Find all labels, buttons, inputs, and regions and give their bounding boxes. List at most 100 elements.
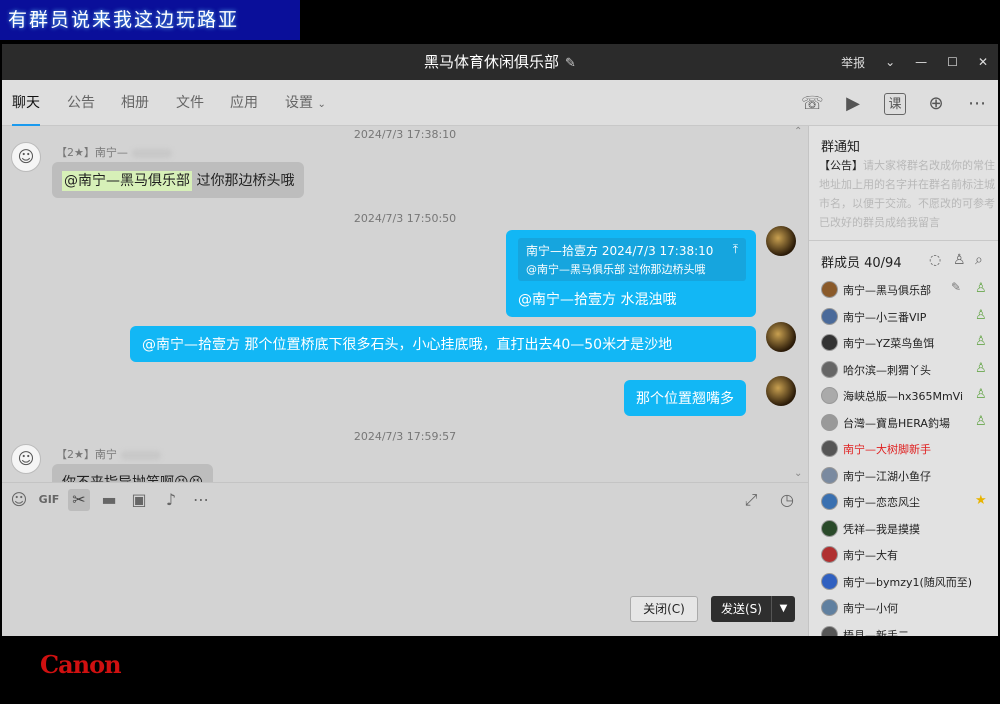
close-button[interactable]: 关闭(C) bbox=[630, 596, 698, 622]
member-item[interactable]: 南宁—恋恋风尘 ★ bbox=[821, 490, 991, 514]
tab-files[interactable]: 文件 bbox=[176, 80, 204, 126]
avatar[interactable] bbox=[821, 625, 838, 636]
video-icon[interactable]: ▶ bbox=[842, 93, 864, 115]
tab-album[interactable]: 相册 bbox=[121, 80, 149, 126]
search-icon[interactable]: ⌕ bbox=[975, 252, 983, 268]
notice-tag: 【公告】 bbox=[819, 159, 863, 172]
send-label: 发送(S) bbox=[721, 602, 762, 616]
member-item[interactable]: 南宁—YZ菜鸟鱼饵 ♙ bbox=[821, 331, 991, 355]
avatar[interactable] bbox=[821, 334, 838, 351]
member-name: 台灣—寶島HERA釣場 bbox=[843, 416, 950, 430]
avatar[interactable] bbox=[821, 572, 838, 590]
quoted-message[interactable]: 南宁—拾壹方 2024/7/3 17:38:10 @南宁—黑马俱乐部 过你那边桥… bbox=[518, 238, 746, 281]
member-name: 凭祥—我是摸摸 bbox=[843, 522, 920, 536]
close-icon[interactable]: ✕ bbox=[978, 55, 988, 69]
member-name: 南宁—小三番VIP bbox=[843, 310, 927, 324]
member-item[interactable]: 南宁—bymzy1(随风而至) bbox=[821, 570, 991, 594]
divider bbox=[809, 240, 998, 241]
member-item[interactable]: 南宁—黑马俱乐部 ✎ ♙ bbox=[821, 278, 991, 302]
message-input[interactable]: 关闭(C) 发送(S) ▼ bbox=[2, 518, 808, 636]
avatar[interactable] bbox=[766, 376, 796, 406]
add-member-icon[interactable]: ♙ bbox=[953, 252, 966, 268]
report-button[interactable]: 举报 bbox=[841, 54, 865, 71]
timestamp: 2024/7/3 17:59:57 bbox=[353, 430, 457, 443]
edit-icon[interactable]: ✎ bbox=[951, 280, 961, 294]
maximize-icon[interactable]: ☐ bbox=[947, 55, 958, 69]
add-icon[interactable]: ⊕ bbox=[925, 93, 947, 115]
tab-settings-label: 设置 bbox=[285, 95, 313, 111]
member-item[interactable]: 南宁—江湖小鱼仔 bbox=[821, 464, 991, 488]
bell-icon[interactable]: ♪ bbox=[160, 489, 182, 511]
member-item[interactable]: 南宁—小三番VIP ♙ bbox=[821, 305, 991, 329]
member-item[interactable]: 海峡总版—hx365MmVi ♙ bbox=[821, 384, 991, 408]
expand-icon[interactable]: ⤢ bbox=[740, 489, 762, 511]
member-item[interactable]: 哈尔滨—刺猬丫头 ♙ bbox=[821, 358, 991, 382]
more-icon[interactable]: ⋯ bbox=[966, 93, 988, 115]
avatar[interactable] bbox=[766, 226, 796, 256]
jump-up-icon[interactable]: ⤒ bbox=[733, 242, 738, 257]
avatar[interactable] bbox=[821, 281, 838, 298]
minimize-icon[interactable]: — bbox=[915, 55, 927, 69]
member-item[interactable]: 凭祥—我是摸摸 bbox=[821, 517, 991, 541]
folder-icon[interactable]: ▬ bbox=[98, 489, 120, 511]
avatar[interactable] bbox=[821, 466, 838, 484]
avatar[interactable] bbox=[821, 307, 838, 325]
quote-body: @南宁—黑马俱乐部 过你那边桥头哦 bbox=[526, 263, 706, 276]
phone-icon[interactable]: ☏ bbox=[801, 93, 824, 115]
avatar[interactable] bbox=[821, 440, 838, 457]
send-button[interactable]: 发送(S) ▼ bbox=[711, 596, 795, 622]
avatar[interactable] bbox=[821, 387, 838, 404]
avatar[interactable] bbox=[766, 322, 796, 352]
class-icon[interactable]: 课 bbox=[884, 93, 906, 115]
avatar[interactable] bbox=[821, 519, 838, 537]
avatar[interactable] bbox=[821, 360, 838, 378]
chevron-down-icon[interactable]: ▼ bbox=[771, 596, 795, 622]
sender-nick-text: 【2★】南宁— bbox=[56, 146, 128, 159]
chevron-down-icon: ⌄ bbox=[317, 99, 326, 110]
chevron-down-icon[interactable]: ⌄ bbox=[885, 55, 895, 69]
avatar[interactable]: ☺ bbox=[11, 444, 41, 474]
more-icon[interactable]: ⋯ bbox=[190, 489, 212, 511]
member-item[interactable]: 南宁—大有 bbox=[821, 543, 991, 567]
message-list[interactable]: 2024/7/3 17:38:10 ⌃ ☺ 【2★】南宁— @南宁—黑马俱乐部 … bbox=[2, 126, 808, 482]
avatar[interactable]: ☺ bbox=[11, 142, 41, 172]
avatar[interactable] bbox=[821, 413, 838, 431]
tab-chat[interactable]: 聊天 bbox=[12, 80, 40, 126]
emoji-icon[interactable]: ☺ bbox=[8, 489, 30, 511]
avatar[interactable] bbox=[821, 546, 838, 563]
image-icon[interactable]: ▣ bbox=[128, 489, 150, 511]
notice-content[interactable]: 【公告】请大家将群名改成你的常住地址加上用的名字并在群名前标注城市名，以便于交流… bbox=[819, 156, 995, 232]
edit-pencil-icon[interactable]: ✎ bbox=[565, 46, 576, 82]
member-item[interactable]: 南宁—大树脚新手 bbox=[821, 437, 991, 461]
member-item[interactable]: 梧县—新手二 bbox=[821, 623, 991, 637]
admin-badge-icon: ♙ bbox=[975, 387, 987, 402]
collapse-down-icon[interactable]: ⌄ bbox=[794, 468, 802, 479]
member-item[interactable]: 台灣—寶島HERA釣場 ♙ bbox=[821, 411, 991, 435]
member-item[interactable]: 南宁—小何 bbox=[821, 596, 991, 620]
member-name: 南宁—bymzy1(随风而至) bbox=[843, 575, 973, 589]
tab-announcement[interactable]: 公告 bbox=[67, 80, 95, 126]
gif-icon[interactable]: GIF bbox=[38, 489, 60, 511]
quote-header: 南宁—拾壹方 2024/7/3 17:38:10 bbox=[526, 244, 714, 258]
title-bar: 黑马体育休闲俱乐部 ✎ 举报 ⌄ — ☐ ✕ bbox=[2, 44, 998, 80]
chat-bubble-icon[interactable]: ◌ bbox=[929, 252, 941, 268]
collapse-up-icon[interactable]: ⌃ bbox=[794, 126, 802, 137]
member-name: 南宁—江湖小鱼仔 bbox=[843, 469, 931, 483]
tab-settings[interactable]: 设置 ⌄ bbox=[285, 80, 326, 128]
group-sidebar: 群通知 【公告】请大家将群名改成你的常住地址加上用的名字并在群名前标注城市名，以… bbox=[808, 126, 998, 636]
scissors-icon[interactable]: ✂ bbox=[68, 489, 90, 511]
member-name: 南宁—黑马俱乐部 bbox=[843, 284, 931, 297]
member-name: 梧县—新手二 bbox=[843, 628, 909, 637]
message-bubble: @南宁—黑马俱乐部 过你那边桥头哦 bbox=[52, 162, 305, 198]
sender-nick: 【2★】南宁 bbox=[56, 446, 161, 462]
history-clock-icon[interactable]: ◷ bbox=[776, 489, 798, 511]
admin-badge-icon: ♙ bbox=[975, 281, 987, 296]
timestamp: 2024/7/3 17:50:50 bbox=[353, 212, 457, 225]
member-name: 南宁—小何 bbox=[843, 602, 898, 615]
member-name: 南宁—YZ菜鸟鱼饵 bbox=[843, 337, 935, 350]
avatar[interactable] bbox=[821, 599, 838, 616]
tab-apps[interactable]: 应用 bbox=[230, 80, 258, 126]
mention-tag[interactable]: @南宁—黑马俱乐部 bbox=[62, 171, 192, 191]
admin-badge-icon: ♙ bbox=[975, 360, 987, 376]
avatar[interactable] bbox=[821, 493, 838, 510]
